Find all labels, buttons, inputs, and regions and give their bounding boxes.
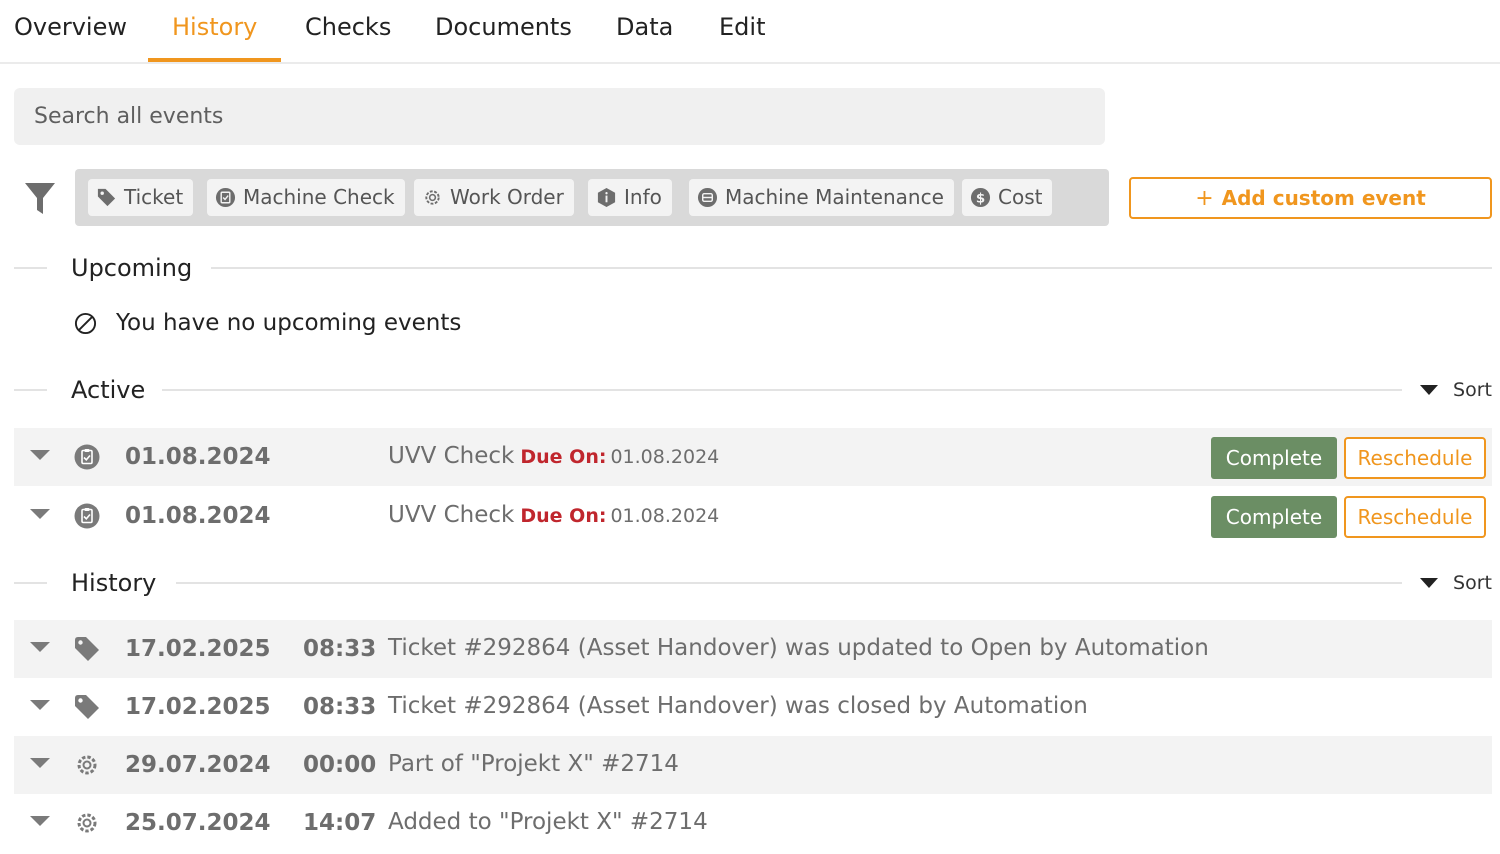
filter-chip-label: Work Order — [450, 185, 564, 209]
event-title: UVV Check — [388, 443, 515, 469]
event-description: UVV Check Due On: 01.08.2024 — [388, 441, 719, 472]
info-icon — [597, 187, 616, 208]
event-time: 08:33 — [303, 636, 377, 662]
gear-icon — [77, 813, 97, 833]
tab-data[interactable]: Data — [592, 0, 697, 62]
expand-caret-icon[interactable] — [30, 509, 50, 519]
table-row: 01.08.2024 UVV Check Due On: 01.08.2024 Co… — [14, 428, 1492, 486]
table-row: 17.02.2025 08:33 Ticket #292864 (Asset H… — [14, 620, 1492, 678]
filter-chip-bar: Ticket Machine Check Work Order Info Mac… — [75, 169, 1109, 226]
divider — [162, 389, 1402, 391]
event-description: Part of "Projekt X" #2714 — [388, 751, 679, 777]
gear-icon — [77, 755, 97, 775]
tab-overview[interactable]: Overview — [0, 0, 151, 62]
section-title: Active — [71, 376, 146, 404]
tag-icon — [97, 188, 116, 207]
clipboard-check-icon — [74, 503, 100, 529]
event-date: 29.07.2024 — [125, 752, 271, 778]
expand-caret-icon[interactable] — [30, 700, 50, 710]
filter-chip-cost[interactable]: $ Cost — [962, 179, 1053, 216]
event-title: UVV Check — [388, 502, 515, 528]
filter-chip-work-order[interactable]: Work Order — [414, 179, 574, 216]
filter-chip-label: Ticket — [124, 185, 184, 209]
maintenance-icon — [697, 187, 718, 208]
reschedule-button[interactable]: Reschedule — [1344, 496, 1486, 538]
event-time: 00:00 — [303, 752, 377, 778]
filter-chip-label: Info — [624, 185, 662, 209]
plus-icon: + — [1195, 186, 1214, 211]
filter-chip-machine-check[interactable]: Machine Check — [207, 179, 405, 216]
event-description: Ticket #292864 (Asset Handover) was upda… — [388, 635, 1209, 661]
due-date: 01.08.2024 — [610, 505, 720, 527]
table-row: 17.02.2025 08:33 Ticket #292864 (Asset H… — [14, 678, 1492, 736]
due-date: 01.08.2024 — [610, 446, 720, 468]
divider — [176, 582, 1402, 584]
divider — [14, 389, 47, 391]
complete-button[interactable]: Complete — [1211, 496, 1337, 538]
table-row: 29.07.2024 00:00 Part of "Projekt X" #27… — [14, 736, 1492, 794]
complete-button[interactable]: Complete — [1211, 437, 1337, 479]
empty-state-text: You have no upcoming events — [116, 310, 462, 336]
tag-icon — [75, 637, 99, 661]
reschedule-button[interactable]: Reschedule — [1344, 437, 1486, 479]
expand-caret-icon[interactable] — [30, 642, 50, 652]
svg-text:$: $ — [976, 191, 985, 206]
section-active: Active Sort — [14, 375, 1492, 405]
divider — [14, 267, 47, 269]
event-description: Added to "Projekt X" #2714 — [388, 809, 708, 835]
empty-state: You have no upcoming events — [74, 308, 461, 338]
event-date: 01.08.2024 — [125, 503, 271, 529]
divider — [14, 582, 47, 584]
section-history: History Sort — [14, 568, 1492, 598]
event-time: 14:07 — [303, 810, 377, 836]
event-time: 08:33 — [303, 694, 377, 720]
sort-button[interactable]: Sort — [1453, 568, 1492, 598]
section-upcoming: Upcoming — [14, 253, 1492, 283]
event-description: Ticket #292864 (Asset Handover) was clos… — [388, 693, 1088, 719]
search-input[interactable] — [14, 88, 1105, 145]
gear-icon — [425, 190, 440, 205]
section-title: Upcoming — [71, 254, 193, 282]
sort-caret-icon[interactable] — [1420, 578, 1438, 588]
tab-edit[interactable]: Edit — [695, 0, 789, 62]
dollar-icon: $ — [970, 187, 991, 208]
add-custom-event-label: Add custom event — [1221, 186, 1426, 210]
divider — [211, 267, 1492, 269]
filter-chip-info[interactable]: Info — [588, 179, 672, 216]
event-date: 25.07.2024 — [125, 810, 271, 836]
add-custom-event-button[interactable]: + Add custom event — [1129, 177, 1492, 219]
table-row: 25.07.2024 14:07 Added to "Projekt X" #2… — [14, 794, 1492, 852]
event-description: UVV Check Due On: 01.08.2024 — [388, 500, 719, 531]
prohibited-icon — [74, 312, 97, 335]
clipboard-check-icon — [215, 187, 236, 208]
event-date: 17.02.2025 — [125, 636, 271, 662]
sort-caret-icon[interactable] — [1420, 385, 1438, 395]
due-label: Due On: — [520, 446, 607, 468]
tab-bar: Overview History Checks Documents Data E… — [0, 0, 1500, 64]
tab-documents[interactable]: Documents — [411, 0, 596, 62]
filter-chip-label: Machine Maintenance — [725, 185, 944, 209]
expand-caret-icon[interactable] — [30, 758, 50, 768]
section-title: History — [71, 569, 157, 597]
event-date: 01.08.2024 — [125, 444, 271, 470]
expand-caret-icon[interactable] — [30, 816, 50, 826]
filter-chip-machine-maintenance[interactable]: Machine Maintenance — [689, 179, 954, 216]
sort-button[interactable]: Sort — [1453, 375, 1492, 405]
tab-history[interactable]: History — [148, 0, 282, 62]
filter-chip-ticket[interactable]: Ticket — [88, 179, 194, 216]
tag-icon — [75, 695, 99, 719]
expand-caret-icon[interactable] — [30, 450, 50, 460]
due-label: Due On: — [520, 505, 607, 527]
clipboard-check-icon — [74, 444, 100, 470]
filter-chip-label: Cost — [998, 185, 1043, 209]
filter-icon[interactable] — [24, 181, 56, 217]
tab-checks[interactable]: Checks — [281, 0, 415, 62]
table-row: 01.08.2024 UVV Check Due On: 01.08.2024 Co… — [14, 487, 1492, 545]
event-date: 17.02.2025 — [125, 694, 271, 720]
filter-chip-label: Machine Check — [243, 185, 395, 209]
